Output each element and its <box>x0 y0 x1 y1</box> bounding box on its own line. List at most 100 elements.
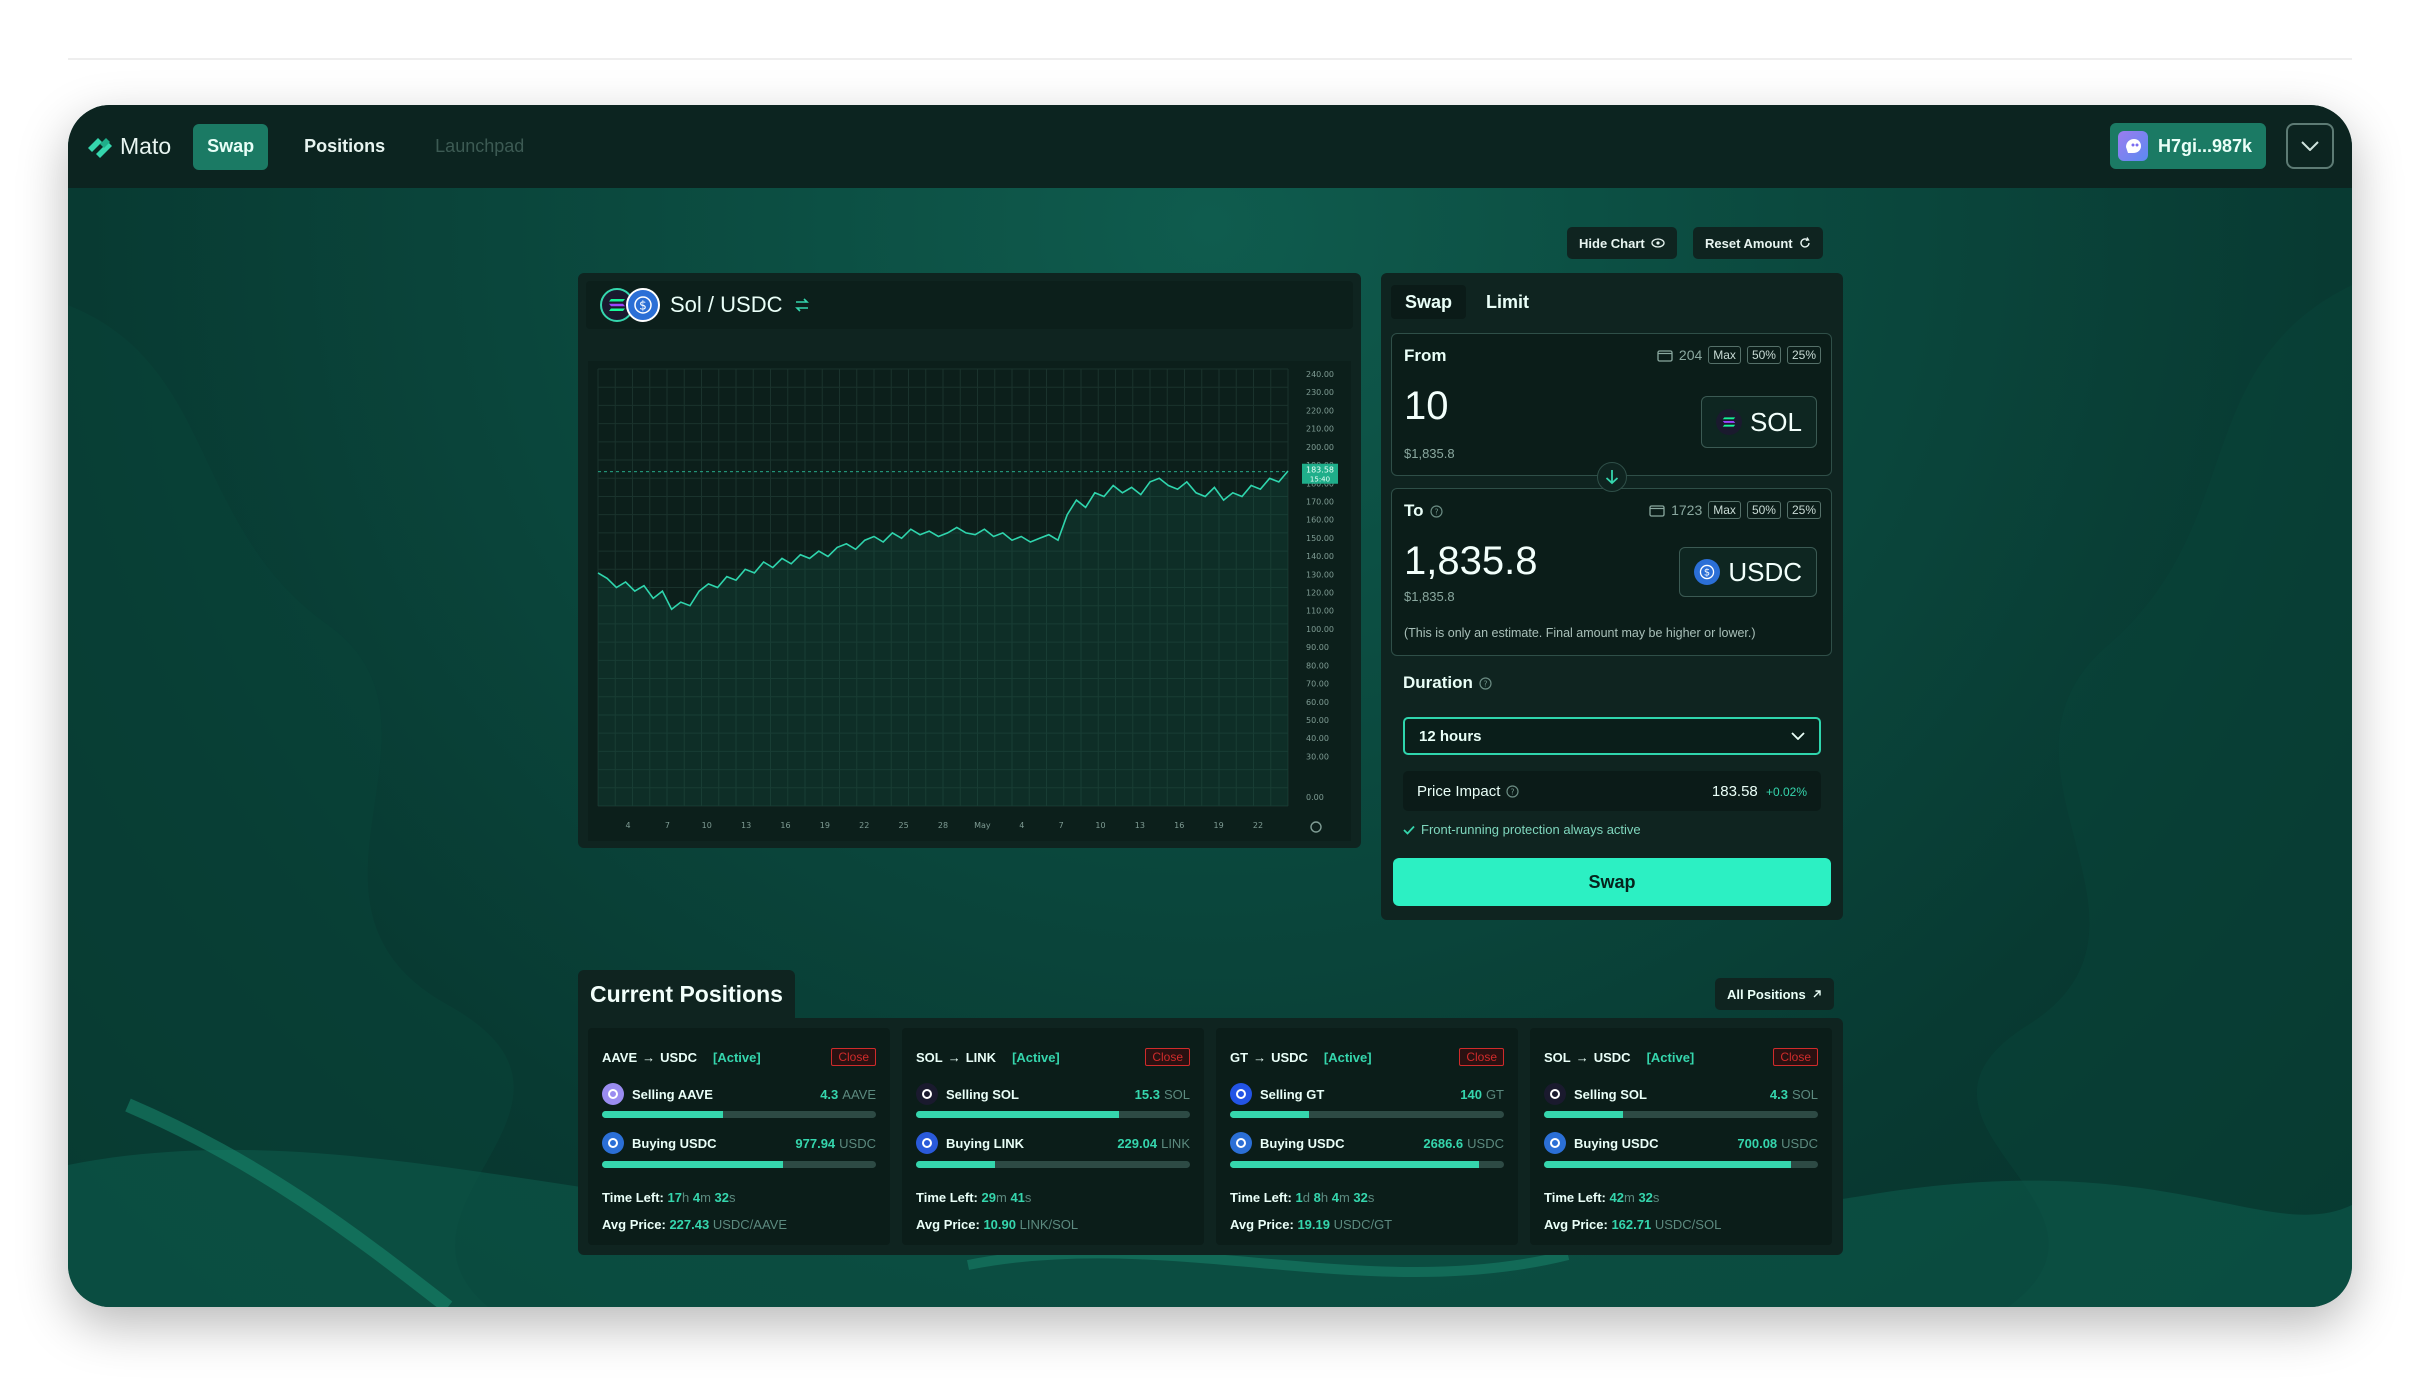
svg-text:?: ? <box>1434 507 1438 516</box>
price-impact-value: 183.58 <box>1711 782 1758 800</box>
x-tick-label: May <box>974 821 991 830</box>
x-tick-label: 4 <box>1019 821 1024 830</box>
y-tick-label: 130.00 <box>1306 570 1334 579</box>
app-window: Mato Swap Positions Launchpad H7gi...987… <box>68 105 2352 1307</box>
buying-progress-bar <box>1230 1161 1504 1168</box>
from-token-symbol: SOL <box>1749 406 1802 437</box>
last-time-label: 15:40 <box>1310 476 1330 484</box>
selling-label: Selling AAVE <box>632 1086 713 1102</box>
svg-text:?: ? <box>1483 679 1487 688</box>
buying-amount: 977.94 <box>795 1135 836 1151</box>
x-tick-label: 13 <box>1135 821 1145 830</box>
pair-to: USDC <box>1271 1049 1308 1065</box>
to-balance-row: 1723 Max 50% 25% <box>1649 501 1821 519</box>
sell-token-icon <box>1230 1083 1252 1105</box>
selling-unit: SOL <box>1163 1086 1190 1102</box>
top-nav: Mato Swap Positions Launchpad H7gi...987… <box>68 105 2352 188</box>
time-left-label: Time Left: <box>1230 1190 1292 1205</box>
position-card[interactable]: AAVE → USDC [Active] Close Selling AAVE … <box>588 1028 890 1245</box>
tab-limit[interactable]: Limit <box>1472 285 1543 319</box>
last-price-label: 183.58 <box>1306 466 1334 475</box>
from-box: From 204 Max 50% 25% 10 $1,835.8 SOL <box>1391 333 1832 476</box>
from-max-button[interactable]: Max <box>1708 346 1741 364</box>
buying-label: Buying USDC <box>1260 1135 1345 1151</box>
avg-price-unit: LINK/SOL <box>1019 1217 1079 1232</box>
position-card[interactable]: SOL → USDC [Active] Close Selling SOL 4.… <box>1530 1028 1832 1245</box>
brand-logo[interactable]: Mato <box>86 133 171 160</box>
time-unit: m <box>995 1190 1007 1205</box>
time-value: 17 <box>667 1190 682 1205</box>
swap-pair-icon[interactable] <box>794 298 810 312</box>
to-max-button[interactable]: Max <box>1708 501 1741 519</box>
to-25-button[interactable]: 25% <box>1786 501 1821 519</box>
nav-launchpad[interactable]: Launchpad <box>421 124 538 170</box>
avg-price-label: Avg Price: <box>916 1217 980 1232</box>
duration-select[interactable]: 12 hours <box>1403 717 1821 755</box>
hide-chart-button[interactable]: Hide Chart <box>1567 227 1677 259</box>
x-tick-label: 28 <box>938 821 948 830</box>
selling-progress-fill <box>1230 1111 1310 1118</box>
close-position-button[interactable]: Close <box>1145 1048 1190 1066</box>
buying-unit: USDC <box>1467 1135 1504 1151</box>
from-50-button[interactable]: 50% <box>1746 346 1781 364</box>
time-value: 1 <box>1295 1190 1303 1205</box>
pair-to: LINK <box>965 1049 997 1065</box>
account-menu-button[interactable] <box>2286 123 2334 169</box>
status-badge: [Active] <box>1646 1049 1695 1065</box>
buying-progress-fill <box>1230 1161 1480 1168</box>
to-balance: 1723 <box>1671 502 1703 518</box>
flip-direction-button[interactable] <box>1597 462 1627 492</box>
time-unit: s <box>1652 1190 1660 1205</box>
selling-progress-fill <box>1544 1111 1624 1118</box>
avg-price-row: Avg Price: 10.90 LINK/SOL <box>916 1217 1078 1232</box>
buying-row: Buying USDC 2686.6 USDC <box>1230 1132 1504 1154</box>
nav-swap[interactable]: Swap <box>193 123 269 170</box>
selling-amount: 140 <box>1460 1086 1482 1102</box>
y-tick-label: 220.00 <box>1306 406 1334 415</box>
tab-swap[interactable]: Swap <box>1391 285 1467 319</box>
close-position-button[interactable]: Close <box>1773 1048 1818 1066</box>
y-tick-label: 240.00 <box>1306 370 1334 379</box>
to-amount: 1,835.8 <box>1404 539 1538 583</box>
y-tick-label: 120.00 <box>1306 589 1334 598</box>
close-position-button[interactable]: Close <box>1459 1048 1504 1066</box>
buying-amount: 2686.6 <box>1423 1135 1464 1151</box>
estimate-note: (This is only an estimate. Final amount … <box>1404 626 1756 640</box>
time-left-row: Time Left: 29m 41s <box>916 1190 1031 1205</box>
swap-panel: Swap Limit From 204 Max 50% 25% 10 $1,83… <box>1381 273 1843 920</box>
x-tick-label: 22 <box>1253 821 1263 830</box>
to-50-button[interactable]: 50% <box>1746 501 1781 519</box>
time-value: 4 <box>692 1190 701 1205</box>
reset-amount-button[interactable]: Reset Amount <box>1693 227 1823 259</box>
buying-label: Buying USDC <box>1574 1135 1659 1151</box>
pair-from: AAVE <box>602 1049 638 1065</box>
price-impact-label: Price Impact <box>1417 782 1501 800</box>
position-card[interactable]: SOL → LINK [Active] Close Selling SOL 15… <box>902 1028 1204 1245</box>
position-header: SOL → USDC [Active] Close <box>1544 1048 1818 1066</box>
price-chart[interactable]: 240.00230.00220.00210.00200.00190.00180.… <box>588 361 1351 841</box>
price-impact-change: +0.02% <box>1765 784 1807 799</box>
selling-progress-fill <box>602 1111 723 1118</box>
pair-from: SOL <box>916 1049 943 1065</box>
wallet-button[interactable]: H7gi...987k <box>2110 123 2267 169</box>
nav-positions[interactable]: Positions <box>290 124 399 170</box>
y-tick-label: 100.00 <box>1306 625 1334 634</box>
close-position-button[interactable]: Close <box>831 1048 876 1066</box>
from-token-selector[interactable]: SOL <box>1700 396 1817 448</box>
pair-to: USDC <box>1593 1049 1631 1065</box>
from-usd-value: $1,835.8 <box>1404 446 1455 461</box>
time-left-row: Time Left: 17h 4m 32s <box>602 1190 736 1205</box>
to-token-selector[interactable]: $ USDC <box>1679 547 1817 597</box>
x-tick-label: 13 <box>741 821 751 830</box>
from-amount-input[interactable]: 10 <box>1404 384 1449 429</box>
chevron-down-icon <box>1791 732 1805 740</box>
all-positions-button[interactable]: All Positions <box>1715 978 1834 1010</box>
position-card[interactable]: GT → USDC [Active] Close Selling GT 140 … <box>1216 1028 1518 1245</box>
swap-submit-button[interactable]: Swap <box>1393 858 1831 906</box>
time-value: 8 <box>1313 1190 1321 1205</box>
avg-price-value: 10.90 <box>983 1217 1016 1232</box>
check-icon <box>1403 825 1415 835</box>
brand-name: Mato <box>120 133 172 159</box>
arrow-right-icon: → <box>947 1049 961 1065</box>
from-25-button[interactable]: 25% <box>1786 346 1821 364</box>
